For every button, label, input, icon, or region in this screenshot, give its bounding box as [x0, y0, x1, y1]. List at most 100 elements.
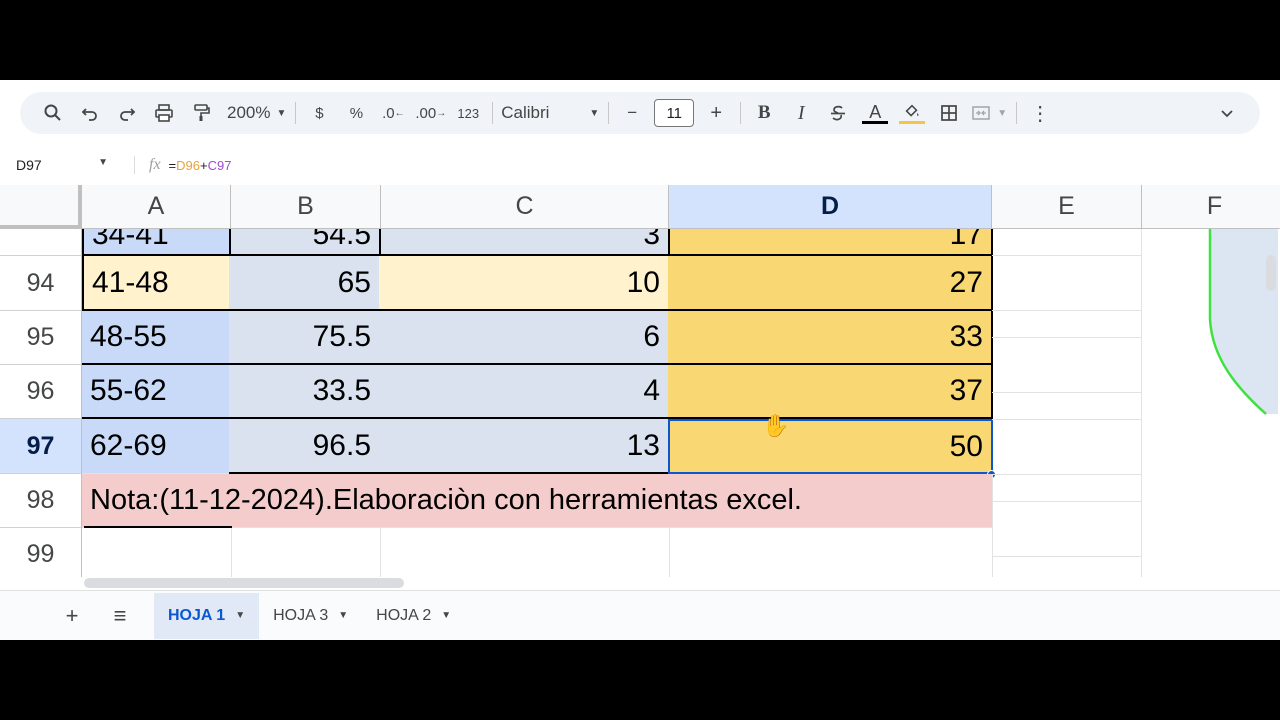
row-header[interactable]: 94: [0, 256, 82, 311]
borders-icon[interactable]: [934, 98, 964, 128]
fill-color-bar: [899, 120, 926, 124]
row-number: 94: [26, 268, 55, 297]
merge-cells-icon[interactable]: ▼: [971, 98, 1007, 128]
cell-value: 4: [643, 374, 660, 407]
name-box[interactable]: D97 ▼: [0, 157, 118, 173]
add-sheet-button[interactable]: +: [48, 603, 96, 629]
increase-font-size-button[interactable]: +: [701, 98, 731, 128]
column-e-gridlines: [992, 229, 1142, 577]
formula-equals: =: [168, 157, 177, 173]
column-header-d-active[interactable]: D: [669, 185, 992, 229]
cell-value: 10: [626, 265, 660, 299]
formula-input[interactable]: =D96+C97: [169, 158, 232, 173]
column-header-e[interactable]: E: [992, 185, 1142, 229]
name-box-value: D97: [16, 157, 42, 173]
all-sheets-menu-icon[interactable]: ≡: [96, 603, 144, 629]
cell-value: 33.5: [312, 374, 371, 407]
cell-value: 50: [949, 429, 983, 463]
print-icon[interactable]: [149, 98, 179, 128]
column-header-c[interactable]: C: [381, 185, 669, 229]
vertical-scrollbar[interactable]: [1266, 255, 1276, 291]
cell-a95[interactable]: 48-55: [82, 311, 232, 365]
cell-value: 96.5: [312, 428, 371, 462]
row-header-active[interactable]: 97: [0, 419, 82, 474]
cell-value: 62-69: [90, 429, 167, 462]
sheet-tab-hoja-3[interactable]: HOJA 3 ▼: [259, 593, 362, 639]
number-format-label: 123: [457, 105, 480, 121]
cell-value: 48-55: [90, 320, 167, 353]
select-all-corner[interactable]: [0, 185, 82, 229]
increase-decimal-button[interactable]: .00 →: [415, 98, 446, 128]
formula-ref: D96: [176, 157, 200, 173]
horizontal-scrollbar[interactable]: [84, 578, 404, 588]
more-options-button[interactable]: ⋮: [1025, 98, 1055, 128]
cell-a97[interactable]: 62-69: [82, 419, 232, 474]
cell-d97-selected[interactable]: 50: [668, 419, 993, 474]
cell-c97[interactable]: 13: [379, 419, 670, 474]
cell-b94[interactable]: 65: [229, 256, 381, 311]
cell-b97[interactable]: 96.5: [229, 419, 381, 474]
decrease-font-size-button[interactable]: −: [617, 98, 647, 128]
row-number: 95: [26, 323, 55, 351]
sheet-tab-hoja-2[interactable]: HOJA 2 ▼: [362, 593, 465, 639]
sheet-tab-label: HOJA 3: [273, 606, 329, 624]
fill-color-icon[interactable]: [897, 98, 927, 128]
text-color-letter: A: [869, 101, 882, 122]
percent-format-button[interactable]: %: [341, 98, 371, 128]
font-select[interactable]: Calibri ▼: [501, 98, 599, 128]
font-name: Calibri: [501, 103, 550, 122]
row-header[interactable]: 99: [0, 528, 82, 577]
text-color-bar: [862, 120, 889, 124]
cell-d95[interactable]: 33: [668, 311, 993, 365]
italic-button[interactable]: I: [786, 98, 816, 128]
cell-c94[interactable]: 10: [379, 256, 670, 311]
cell-a96[interactable]: 55-62: [82, 365, 232, 419]
bold-button[interactable]: B: [749, 98, 779, 128]
column-letter: D: [820, 192, 840, 220]
divider: [1016, 102, 1018, 124]
row-header[interactable]: 96: [0, 365, 82, 419]
cell-d96[interactable]: 37: [668, 365, 993, 419]
undo-icon[interactable]: [75, 98, 105, 128]
number-format-button[interactable]: 123: [453, 98, 483, 128]
cell-b99[interactable]: [229, 528, 381, 577]
row-number: 98: [26, 486, 55, 514]
cell-d99[interactable]: [668, 528, 993, 577]
collapse-menu-icon[interactable]: [1212, 98, 1242, 128]
cell-note-a98[interactable]: Nota:(11-12-2024).Elaboraciòn con herram…: [82, 474, 993, 528]
font-size-input[interactable]: 11: [654, 99, 695, 127]
font-size-value: 11: [666, 104, 683, 122]
decrease-decimal-button[interactable]: .0 ←: [378, 98, 408, 128]
column-header-a[interactable]: A: [82, 185, 231, 229]
cell-value: 65: [337, 265, 371, 299]
cell-b95[interactable]: 75.5: [229, 311, 381, 365]
cell-a99[interactable]: [82, 528, 232, 577]
zoom-select[interactable]: 200% ▼: [227, 98, 286, 128]
column-letter: A: [147, 192, 165, 220]
strikethrough-icon[interactable]: [823, 98, 853, 128]
chevron-down-icon: ▼: [276, 107, 287, 119]
row-header[interactable]: 95: [0, 311, 82, 365]
cell-value: 37: [949, 374, 983, 407]
cell-b96[interactable]: 33.5: [229, 365, 381, 419]
text-color-button[interactable]: A: [860, 98, 890, 128]
chevron-down-icon: ▼: [338, 610, 349, 621]
cell-value: 75.5: [312, 320, 371, 353]
column-header-f[interactable]: F: [1142, 185, 1280, 229]
italic-label: I: [797, 101, 805, 124]
row-number: 99: [26, 540, 55, 568]
cell-c95[interactable]: 6: [379, 311, 670, 365]
cell-c96[interactable]: 4: [379, 365, 670, 419]
cell-d94[interactable]: 27: [668, 256, 993, 311]
divider: [492, 102, 494, 124]
cell-a94[interactable]: 41-48: [82, 256, 232, 311]
column-header-b[interactable]: B: [231, 185, 381, 229]
row-header[interactable]: 98: [0, 474, 82, 528]
sheet-tab-hoja-1[interactable]: HOJA 1 ▼: [154, 592, 260, 639]
paint-format-icon[interactable]: [186, 98, 216, 128]
cell-c99[interactable]: [379, 528, 670, 577]
search-icon[interactable]: [38, 98, 68, 128]
chevron-down-icon: ▼: [997, 107, 1008, 119]
currency-format-button[interactable]: $: [304, 98, 334, 128]
redo-icon[interactable]: [112, 98, 142, 128]
